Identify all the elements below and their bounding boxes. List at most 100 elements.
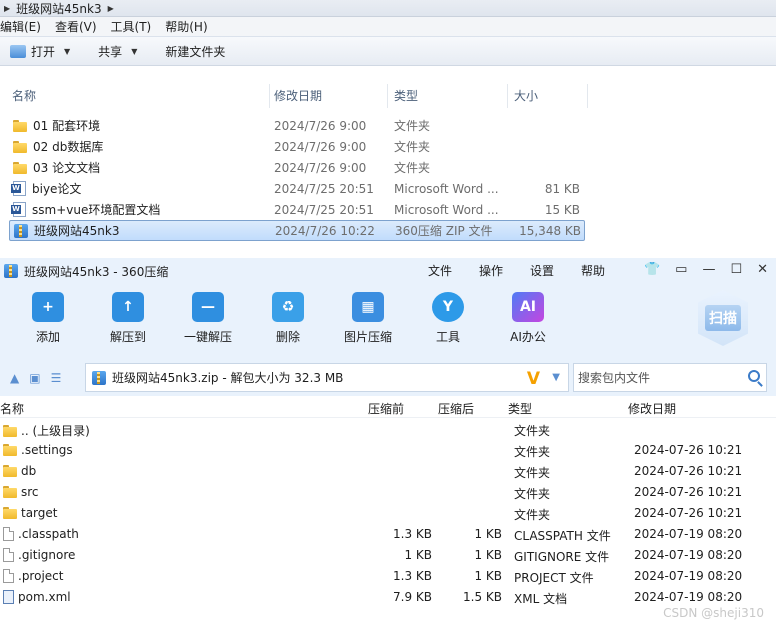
scan-button[interactable]: 扫描 xyxy=(698,290,748,346)
table-row[interactable]: .project 1.3 KB 1 KB PROJECT 文件 2024-07-… xyxy=(0,566,776,587)
list-item-selected[interactable]: 班级网站45nk3 2024/7/26 10:22 360压缩 ZIP 文件 1… xyxy=(9,220,585,241)
file-date: 2024/7/26 9:00 xyxy=(274,139,367,154)
tools-button[interactable]: Y 工具 xyxy=(418,292,478,345)
address-bar[interactable]: ▶ 班级网站45nk3 ▶ xyxy=(0,0,776,17)
menu-help[interactable]: 帮助 xyxy=(581,262,605,279)
column-after[interactable]: 压缩后 xyxy=(438,400,474,417)
list-view-icon[interactable]: ☰ xyxy=(51,371,62,385)
folder-icon xyxy=(13,161,27,174)
skin-icon[interactable]: 👕 xyxy=(644,262,660,277)
table-row[interactable]: .settings 文件夹 2024-07-26 10:21 xyxy=(0,440,776,461)
menu-file[interactable]: 文件 xyxy=(428,262,452,279)
list-item[interactable]: 01 配套环境 2024/7/26 9:00 文件夹 xyxy=(9,115,585,136)
list-item[interactable]: ssm+vue环境配置文档 2024/7/25 20:51 Microsoft … xyxy=(9,199,585,220)
delete-button[interactable]: ♻ 删除 xyxy=(258,292,318,345)
zip-path-bar: ▲ ▣ ☰ 班级网站45nk3.zip - 解包大小为 32.3 MB V ▼ … xyxy=(0,360,776,396)
thumbnail-view-icon[interactable]: ▣ xyxy=(29,371,40,385)
column-before[interactable]: 压缩前 xyxy=(368,400,404,417)
file-name: 班级网站45nk3 xyxy=(34,224,120,238)
file-type: CLASSPATH 文件 xyxy=(514,529,611,543)
file-name: .gitignore xyxy=(18,548,76,562)
word-doc-icon xyxy=(11,202,26,217)
menu-tools[interactable]: 工具(T) xyxy=(111,18,160,35)
image-compress-button[interactable]: ▦ 图片压缩 xyxy=(338,292,398,345)
breadcrumb-current[interactable]: 班级网站45nk3 xyxy=(16,0,101,17)
menu-view[interactable]: 查看(V) xyxy=(55,18,105,35)
word-doc-icon xyxy=(11,181,26,196)
one-click-extract-icon: — xyxy=(192,292,224,322)
column-date[interactable]: 修改日期 xyxy=(270,84,388,108)
file-size-before: 1 KB xyxy=(404,548,432,562)
column-date[interactable]: 修改日期 xyxy=(628,400,676,417)
tools-icon: Y xyxy=(432,292,464,322)
file-name: ssm+vue环境配置文档 xyxy=(32,203,161,217)
ai-office-button[interactable]: AI AI办公 xyxy=(498,292,558,345)
column-name[interactable]: 名称 xyxy=(0,400,24,417)
chevron-right-icon[interactable]: ▶ xyxy=(108,4,114,13)
maximize-button[interactable]: ☐ xyxy=(730,262,742,277)
menu-edit[interactable]: 编辑(E) xyxy=(0,18,49,35)
table-row[interactable]: target 文件夹 2024-07-26 10:21 xyxy=(0,503,776,524)
file-type: 文件夹 xyxy=(514,466,551,480)
open-button[interactable]: 打开 ▼ xyxy=(10,43,70,60)
file-icon xyxy=(3,527,14,541)
column-name[interactable]: 名称 xyxy=(0,84,270,108)
archive-path[interactable]: 班级网站45nk3.zip - 解包大小为 32.3 MB V ▼ xyxy=(85,363,569,392)
window-title: 班级网站45nk3 - 360压缩 xyxy=(24,264,169,279)
minimize-button[interactable]: — xyxy=(702,262,715,277)
zip-toolbar: + 添加 ↑ 解压到 — 一键解压 ♻ 删除 ▦ 图片压缩 Y 工具 AI AI… xyxy=(0,284,776,360)
list-item[interactable]: 03 论文文档 2024/7/26 9:00 文件夹 xyxy=(9,157,585,178)
search-icon[interactable] xyxy=(748,370,760,382)
one-click-extract-button[interactable]: — 一键解压 xyxy=(178,292,238,345)
table-row[interactable]: pom.xml 7.9 KB 1.5 KB XML 文档 2024-07-19 … xyxy=(0,587,776,608)
list-item[interactable]: 02 db数据库 2024/7/26 9:00 文件夹 xyxy=(9,136,585,157)
file-date: 2024-07-26 10:21 xyxy=(634,485,743,499)
chevron-down-icon: ▼ xyxy=(131,46,138,56)
folder-icon xyxy=(3,465,17,477)
tool-label: 图片压缩 xyxy=(343,330,392,344)
share-button[interactable]: 共享 ▼ xyxy=(98,43,137,60)
extract-to-button[interactable]: ↑ 解压到 xyxy=(98,292,158,345)
zip-icon xyxy=(14,223,28,238)
up-arrow-icon[interactable]: ▲ xyxy=(10,371,19,385)
table-row[interactable]: .. (上级目录) 文件夹 xyxy=(0,419,776,440)
open-label: 打开 xyxy=(31,44,56,59)
vip-badge-icon[interactable]: V xyxy=(527,369,540,389)
menu-help[interactable]: 帮助(H) xyxy=(165,18,215,35)
file-size-before: 1.3 KB xyxy=(393,569,432,583)
menu-settings[interactable]: 设置 xyxy=(530,262,554,279)
explorer-window: ▶ 班级网站45nk3 ▶ 编辑(E) 查看(V) 工具(T) 帮助(H) 打开… xyxy=(0,0,776,258)
tool-label: 工具 xyxy=(435,330,460,344)
chevron-down-icon: ▼ xyxy=(64,46,71,56)
tool-label: 一键解压 xyxy=(183,330,232,344)
table-row[interactable]: .gitignore 1 KB 1 KB GITIGNORE 文件 2024-0… xyxy=(0,545,776,566)
table-row[interactable]: src 文件夹 2024-07-26 10:21 xyxy=(0,482,776,503)
chevron-down-icon[interactable]: ▼ xyxy=(552,372,560,383)
close-button[interactable]: ✕ xyxy=(757,262,768,277)
table-row[interactable]: .classpath 1.3 KB 1 KB CLASSPATH 文件 2024… xyxy=(0,524,776,545)
search-input[interactable]: 搜索包内文件 xyxy=(573,363,767,392)
folder-icon xyxy=(3,507,17,519)
menu-operate[interactable]: 操作 xyxy=(479,262,503,279)
column-type[interactable]: 类型 xyxy=(508,400,532,417)
table-row[interactable]: db 文件夹 2024-07-26 10:21 xyxy=(0,461,776,482)
tool-label: 解压到 xyxy=(109,330,146,344)
list-item[interactable]: biye论文 2024/7/25 20:51 Microsoft Word ..… xyxy=(9,178,585,199)
archive-path-text: 班级网站45nk3.zip - 解包大小为 32.3 MB xyxy=(112,371,344,385)
feedback-icon[interactable]: ▭ xyxy=(675,262,687,277)
watermark-text: CSDN @sheji310 xyxy=(663,606,764,620)
file-size: 15 KB xyxy=(544,202,580,217)
file-date: 2024/7/25 20:51 xyxy=(274,181,374,196)
column-type[interactable]: 类型 xyxy=(388,84,508,108)
column-size[interactable]: 大小 xyxy=(508,84,588,108)
folder-icon xyxy=(3,424,17,437)
explorer-file-list: 01 配套环境 2024/7/26 9:00 文件夹 02 db数据库 2024… xyxy=(9,115,585,241)
file-date: 2024/7/26 9:00 xyxy=(274,118,367,133)
file-name: 01 配套环境 xyxy=(33,119,101,133)
nav-buttons: ▲ ▣ ☰ xyxy=(0,371,85,385)
file-name: 02 db数据库 xyxy=(33,140,104,154)
add-button[interactable]: + 添加 xyxy=(18,292,78,345)
explorer-column-header: 名称 修改日期 类型 大小 xyxy=(0,84,590,108)
new-folder-button[interactable]: 新建文件夹 xyxy=(165,43,225,60)
window-controls: 👕 ▭ — ☐ ✕ xyxy=(644,262,768,277)
